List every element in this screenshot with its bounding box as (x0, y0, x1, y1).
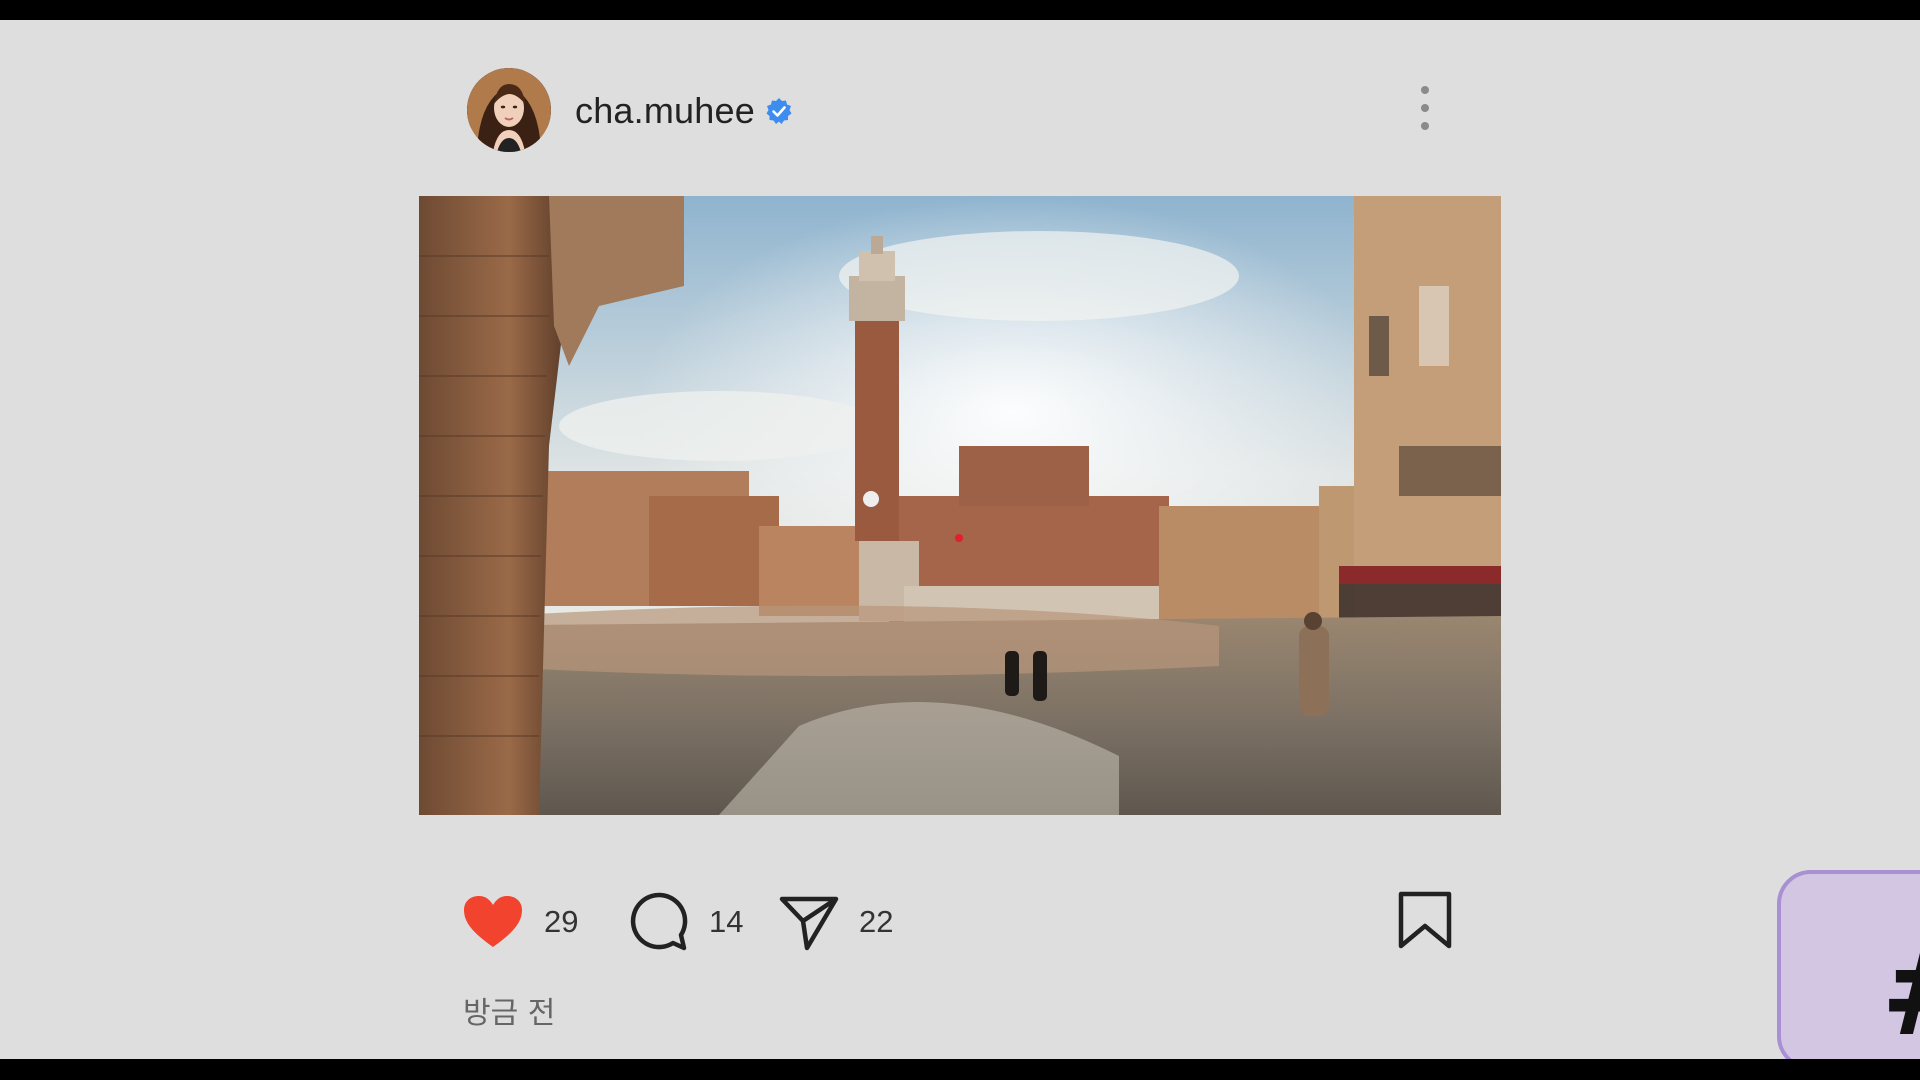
hashtag-badge[interactable]: # (1777, 870, 1920, 1059)
post-timestamp: 방금 전 (463, 996, 556, 1031)
heart-icon[interactable] (462, 894, 524, 950)
post-photo[interactable] (419, 196, 1501, 815)
comment-action: 14 (627, 890, 743, 954)
comment-icon[interactable] (627, 891, 689, 953)
post-card: cha.muhee 29 14 22 방금 전 (0, 20, 1920, 1059)
verified-badge-icon (765, 97, 793, 125)
share-count[interactable]: 22 (859, 904, 893, 940)
more-vertical-icon[interactable] (1410, 86, 1440, 130)
send-icon[interactable] (779, 893, 839, 951)
like-count[interactable]: 29 (544, 904, 578, 940)
letterbox-top (0, 0, 1920, 20)
hashtag-glyph: # (1881, 934, 1920, 1054)
action-bar: 29 14 22 (462, 890, 1462, 954)
author-row: cha.muhee (575, 86, 793, 136)
share-action: 22 (779, 890, 893, 954)
like-action: 29 (462, 890, 578, 954)
letterbox-bottom (0, 1059, 1920, 1080)
bookmark-icon[interactable] (1397, 890, 1453, 950)
comment-count[interactable]: 14 (709, 904, 743, 940)
username[interactable]: cha.muhee (575, 90, 755, 132)
avatar[interactable] (467, 68, 551, 152)
